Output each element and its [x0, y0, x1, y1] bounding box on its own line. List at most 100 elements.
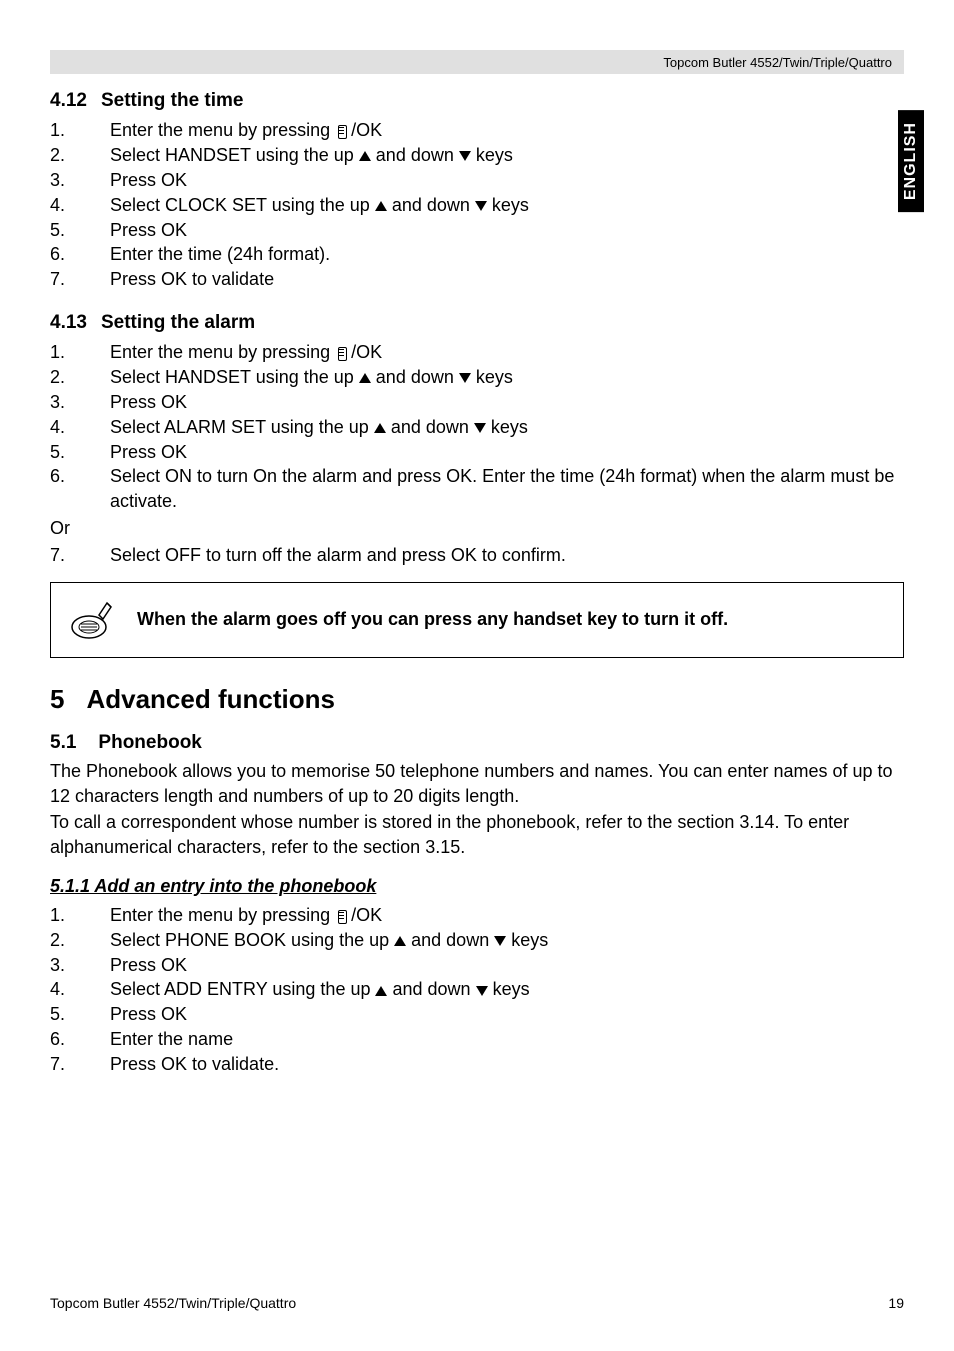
down-arrow-icon — [475, 201, 487, 211]
step-text: Select ADD ENTRY using the up and down k… — [110, 977, 904, 1002]
step-text: Press OK — [110, 1002, 904, 1027]
list-item: 1.Enter the menu by pressing /OK — [50, 340, 904, 365]
step-text: Press OK — [110, 390, 904, 415]
list-item: 6.Enter the name — [50, 1027, 904, 1052]
list-item: 5.Press OK — [50, 440, 904, 465]
step-text: Select CLOCK SET using the up and down k… — [110, 193, 904, 218]
list-item: 7.Select OFF to turn off the alarm and p… — [50, 543, 904, 568]
list-item: 4.Select ALARM SET using the up and down… — [50, 415, 904, 440]
step-number: 7. — [50, 267, 110, 292]
page-footer: Topcom Butler 4552/Twin/Triple/Quattro 1… — [50, 1295, 904, 1311]
step-text: Select ON to turn On the alarm and press… — [110, 464, 904, 514]
note-text: When the alarm goes off you can press an… — [137, 607, 728, 632]
step-number: 3. — [50, 390, 110, 415]
step-text: Press OK — [110, 168, 904, 193]
language-tab: ENGLISH — [898, 110, 924, 212]
step-text: Select ALARM SET using the up and down k… — [110, 415, 904, 440]
section-4-12-steps: 1.Enter the menu by pressing /OK 2.Selec… — [50, 118, 904, 292]
list-item: 7.Press OK to validate. — [50, 1052, 904, 1077]
step-number: 4. — [50, 977, 110, 1002]
section-number: 5.1 — [50, 730, 76, 756]
step-number: 1. — [50, 903, 110, 928]
step-text: Press OK to validate — [110, 267, 904, 292]
paragraph: To call a correspondent whose number is … — [50, 810, 904, 860]
list-item: 3.Press OK — [50, 390, 904, 415]
step-number: 6. — [50, 464, 110, 514]
list-item: 3.Press OK — [50, 168, 904, 193]
list-item: 2.Select HANDSET using the up and down k… — [50, 365, 904, 390]
step-number: 3. — [50, 168, 110, 193]
step-text: Select OFF to turn off the alarm and pre… — [110, 543, 904, 568]
list-item: 1.Enter the menu by pressing /OK — [50, 118, 904, 143]
section-4-12-heading: 4.12 Setting the time — [50, 88, 904, 114]
up-arrow-icon — [394, 936, 406, 946]
section-title: Phonebook — [98, 730, 201, 756]
step-text: Press OK to validate. — [110, 1052, 904, 1077]
step-text: Press OK — [110, 218, 904, 243]
paragraph: The Phonebook allows you to memorise 50 … — [50, 759, 904, 809]
step-number: 2. — [50, 143, 110, 168]
section-4-13-heading: 4.13 Setting the alarm — [50, 310, 904, 336]
step-text: Press OK — [110, 440, 904, 465]
list-item: 4.Select CLOCK SET using the up and down… — [50, 193, 904, 218]
or-label: Or — [50, 516, 904, 541]
step-number: 5. — [50, 440, 110, 465]
section-number: 5 — [50, 682, 64, 718]
step-text: Select HANDSET using the up and down key… — [110, 365, 904, 390]
document-page: Topcom Butler 4552/Twin/Triple/Quattro E… — [0, 0, 954, 1351]
section-5-1-heading: 5.1 Phonebook — [50, 730, 904, 756]
section-number: 4.12 — [50, 88, 87, 114]
list-item: 2.Select HANDSET using the up and down k… — [50, 143, 904, 168]
content-area: 4.12 Setting the time 1.Enter the menu b… — [50, 88, 904, 1077]
step-number: 7. — [50, 1052, 110, 1077]
list-item: 7.Press OK to validate — [50, 267, 904, 292]
step-number: 5. — [50, 1002, 110, 1027]
list-item: 6.Enter the time (24h format). — [50, 242, 904, 267]
down-arrow-icon — [494, 936, 506, 946]
down-arrow-icon — [474, 423, 486, 433]
language-tab-label: ENGLISH — [902, 122, 919, 200]
section-4-13-steps: 1.Enter the menu by pressing /OK 2.Selec… — [50, 340, 904, 514]
menu-icon — [337, 910, 349, 922]
section-5-1-1-heading: 5.1.1 Add an entry into the phonebook — [50, 874, 904, 899]
step-number: 4. — [50, 193, 110, 218]
note-box: When the alarm goes off you can press an… — [50, 582, 904, 658]
header-band: Topcom Butler 4552/Twin/Triple/Quattro — [50, 50, 904, 74]
step-number: 6. — [50, 242, 110, 267]
step-text: Enter the menu by pressing /OK — [110, 118, 904, 143]
step-number: 4. — [50, 415, 110, 440]
down-arrow-icon — [459, 373, 471, 383]
section-title: Advanced functions — [86, 682, 334, 718]
menu-icon — [337, 347, 349, 359]
step-text: Select PHONE BOOK using the up and down … — [110, 928, 904, 953]
step-number: 1. — [50, 340, 110, 365]
menu-icon — [337, 125, 349, 137]
section-5-heading: 5 Advanced functions — [50, 682, 904, 718]
note-icon — [69, 597, 115, 643]
step-text: Enter the menu by pressing /OK — [110, 340, 904, 365]
section-title: Setting the alarm — [101, 310, 255, 336]
step-number: 5. — [50, 218, 110, 243]
up-arrow-icon — [359, 373, 371, 383]
step-text: Enter the name — [110, 1027, 904, 1052]
footer-product: Topcom Butler 4552/Twin/Triple/Quattro — [50, 1295, 296, 1311]
up-arrow-icon — [375, 986, 387, 996]
down-arrow-icon — [459, 151, 471, 161]
step-text: Press OK — [110, 953, 904, 978]
step-number: 3. — [50, 953, 110, 978]
down-arrow-icon — [476, 986, 488, 996]
list-item: 2.Select PHONE BOOK using the up and dow… — [50, 928, 904, 953]
list-item: 3.Press OK — [50, 953, 904, 978]
step-number: 2. — [50, 365, 110, 390]
step-number: 6. — [50, 1027, 110, 1052]
up-arrow-icon — [359, 151, 371, 161]
page-number: 19 — [888, 1295, 904, 1311]
step-text: Select HANDSET using the up and down key… — [110, 143, 904, 168]
step-number: 7. — [50, 543, 110, 568]
list-item: 4.Select ADD ENTRY using the up and down… — [50, 977, 904, 1002]
up-arrow-icon — [375, 201, 387, 211]
section-4-13-steps-cont: 7.Select OFF to turn off the alarm and p… — [50, 543, 904, 568]
header-product: Topcom Butler 4552/Twin/Triple/Quattro — [663, 55, 892, 70]
step-number: 2. — [50, 928, 110, 953]
section-number: 4.13 — [50, 310, 87, 336]
